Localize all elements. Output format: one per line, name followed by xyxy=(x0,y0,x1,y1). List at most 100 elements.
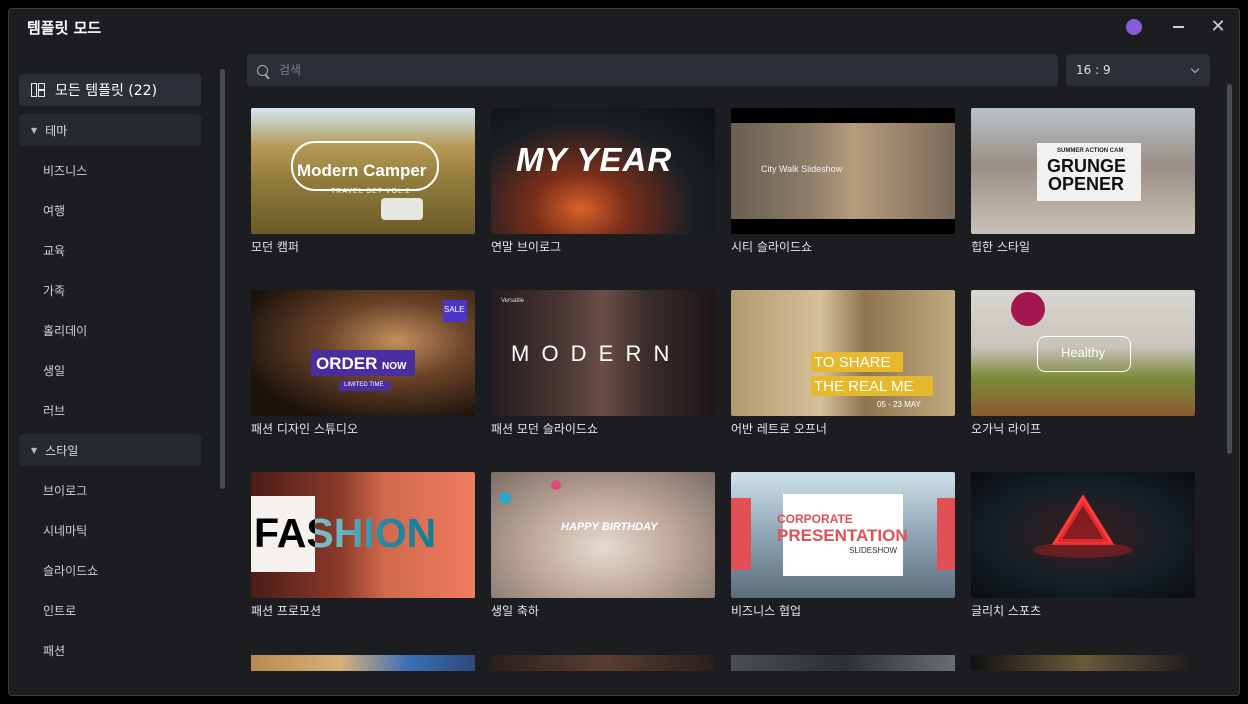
sidebar-item-love[interactable]: 러브 xyxy=(43,402,65,419)
thumbnail-title: City Walk Slideshow xyxy=(761,164,843,174)
close-button[interactable]: ✕ xyxy=(1203,15,1233,39)
search-icon xyxy=(257,64,268,76)
thumbnail-title: FASHION xyxy=(254,510,437,556)
thumbnail-title: HAPPY BIRTHDAY xyxy=(561,521,658,533)
template-thumbnail[interactable]: SUMMER ACTION CAM GRUNGE OPENER xyxy=(971,108,1195,234)
grid-scrollbar[interactable] xyxy=(1227,84,1232,454)
sidebar-scrollbar[interactable] xyxy=(220,69,225,489)
template-card[interactable]: FASHION 패션 프로모션 xyxy=(251,472,475,619)
template-card[interactable]: HAPPY BIRTHDAY 생일 축하 xyxy=(491,472,715,619)
template-name: 어반 레트로 오프너 xyxy=(731,422,827,436)
thumbnail-title: CORPORATE xyxy=(777,512,853,526)
template-name: 패션 모던 슬라이드쇼 xyxy=(491,422,598,436)
thumbnail-title: Healthy xyxy=(1061,345,1106,360)
caret-down-icon: ▼ xyxy=(31,125,38,135)
thumbnail-title-2: THE REAL ME xyxy=(814,378,914,395)
search-input[interactable] xyxy=(277,62,981,78)
confetti xyxy=(551,480,561,490)
sale-text: SALE xyxy=(444,305,465,314)
avatar-icon xyxy=(1126,19,1142,35)
template-name: 연말 브이로그 xyxy=(491,240,562,254)
template-thumbnail[interactable]: FASHION xyxy=(251,472,475,598)
thumbnail-title: MY YEAR xyxy=(516,141,673,178)
aspect-ratio-value: 16 : 9 xyxy=(1076,63,1111,77)
minimize-icon xyxy=(1172,26,1184,28)
template-thumbnail-partial[interactable] xyxy=(251,655,475,671)
caret-down-icon: ▼ xyxy=(31,445,38,455)
template-thumbnail[interactable]: City Walk Slideshow xyxy=(731,108,955,234)
thumbnail-title: Modern Camper xyxy=(297,161,427,180)
sidebar-item-holiday[interactable]: 홀리데이 xyxy=(43,322,87,339)
thumbnail-subtitle: Versatile xyxy=(501,298,525,304)
template-name: 모던 캠퍼 xyxy=(251,240,299,254)
search-bar[interactable] xyxy=(247,54,1058,86)
template-card[interactable]: Versatile M O D E R N 패션 모던 슬라이드쇼 xyxy=(491,290,715,437)
profile-button[interactable] xyxy=(1119,15,1149,39)
template-card[interactable]: SUMMER ACTION CAM GRUNGE OPENER 힙한 스타일 xyxy=(971,108,1195,255)
sidebar-item-business[interactable]: 비즈니스 xyxy=(43,162,87,179)
template-name: 힙한 스타일 xyxy=(971,240,1031,254)
thumbnail-subtitle: SLIDESHOW xyxy=(849,546,898,555)
van-shape xyxy=(381,198,423,220)
thumbnail-title: TO SHARE xyxy=(814,354,891,371)
sidebar-item-birthday[interactable]: 생일 xyxy=(43,362,65,379)
template-thumbnail[interactable]: HAPPY BIRTHDAY xyxy=(491,472,715,598)
thumbnail-title: ORDER xyxy=(316,354,378,373)
chevron-down-icon xyxy=(1190,64,1200,73)
red-bar-right xyxy=(937,498,955,570)
template-card[interactable]: 글리치 스포츠 xyxy=(971,472,1195,619)
template-card[interactable]: TO SHARE THE REAL ME 05 - 23 MAY 어반 레트로 … xyxy=(731,290,955,437)
template-card[interactable]: MY YEAR 연말 브이로그 xyxy=(491,108,715,255)
red-bar-left xyxy=(731,498,751,570)
template-thumbnail[interactable]: Modern Camper TRAVEL SET VOL.2 xyxy=(251,108,475,234)
template-thumbnail[interactable]: TO SHARE THE REAL ME 05 - 23 MAY xyxy=(731,290,955,416)
thumbnail-title-2: NOW xyxy=(382,361,407,372)
close-icon: ✕ xyxy=(1210,16,1226,37)
template-thumbnail[interactable]: Versatile M O D E R N xyxy=(491,290,715,416)
template-thumbnail-partial[interactable] xyxy=(491,655,715,671)
glitch-triangle-icon xyxy=(1033,494,1133,558)
template-thumbnail[interactable] xyxy=(971,472,1195,598)
template-thumbnail[interactable]: SALE ORDER NOW LIMITED TIME xyxy=(251,290,475,416)
group-label: 스타일 xyxy=(45,443,79,458)
category-sidebar: 모든 템플릿 (22) ▼ 테마 비즈니스 여행 교육 가족 홀리데이 생일 러… xyxy=(9,54,229,679)
thumbnail-subtitle: TRAVEL SET VOL.2 xyxy=(331,188,411,195)
sidebar-item-family[interactable]: 가족 xyxy=(43,282,65,299)
template-card[interactable]: Modern Camper TRAVEL SET VOL.2 모던 캠퍼 xyxy=(251,108,475,255)
sidebar-all-templates[interactable]: 모든 템플릿 (22) xyxy=(19,74,201,106)
template-card[interactable]: SALE ORDER NOW LIMITED TIME 패션 디자인 스튜디오 xyxy=(251,290,475,437)
template-thumbnail-partial[interactable] xyxy=(731,655,955,671)
sidebar-item-travel[interactable]: 여행 xyxy=(43,202,65,219)
template-name: 오가닉 라이프 xyxy=(971,422,1042,436)
thumbnail-title: M O D E R N xyxy=(511,341,673,366)
sidebar-item-fashion[interactable]: 패션 xyxy=(43,642,65,659)
template-thumbnail[interactable]: MY YEAR xyxy=(491,108,715,234)
template-mode-window: 템플릿 모드 ✕ 모든 템플릿 (22) ▼ 테마 비즈니스 여행 교육 가족 … xyxy=(8,8,1240,696)
sidebar-item-vlog[interactable]: 브이로그 xyxy=(43,482,87,499)
template-name: 글리치 스포츠 xyxy=(971,604,1042,618)
minimize-button[interactable] xyxy=(1163,15,1193,39)
confetti xyxy=(499,492,511,504)
window-title: 템플릿 모드 xyxy=(27,19,102,37)
template-card[interactable]: Healthy 오가닉 라이프 xyxy=(971,290,1195,437)
thumbnail-subtitle: SUMMER ACTION CAM xyxy=(1057,148,1124,154)
template-thumbnail[interactable]: CORPORATE PRESENTATION SLIDESHOW xyxy=(731,472,955,598)
thumbnail-title-2: OPENER xyxy=(1048,174,1125,194)
aspect-ratio-dropdown[interactable]: 16 : 9 xyxy=(1066,54,1210,86)
template-name: 패션 디자인 스튜디오 xyxy=(251,422,358,436)
sidebar-item-education[interactable]: 교육 xyxy=(43,242,65,259)
sidebar-group-style[interactable]: ▼ 스타일 xyxy=(19,434,201,466)
template-name: 시티 슬라이드쇼 xyxy=(731,240,813,254)
template-thumbnail[interactable]: Healthy xyxy=(971,290,1195,416)
sidebar-item-slideshow[interactable]: 슬라이드쇼 xyxy=(43,562,98,579)
thumbnail-title-2: PRESENTATION xyxy=(777,526,908,545)
sidebar-item-cinematic[interactable]: 시네마틱 xyxy=(43,522,87,539)
sidebar-item-intro[interactable]: 인트로 xyxy=(43,602,76,619)
sidebar-group-theme[interactable]: ▼ 테마 xyxy=(19,114,201,146)
template-card[interactable]: CORPORATE PRESENTATION SLIDESHOW 비즈니스 협업 xyxy=(731,472,955,619)
template-grid-icon xyxy=(31,83,45,97)
beet-shape xyxy=(1011,292,1045,326)
template-thumbnail-partial[interactable] xyxy=(971,655,1195,671)
group-label: 테마 xyxy=(45,123,68,138)
template-card[interactable]: City Walk Slideshow 시티 슬라이드쇼 xyxy=(731,108,955,255)
